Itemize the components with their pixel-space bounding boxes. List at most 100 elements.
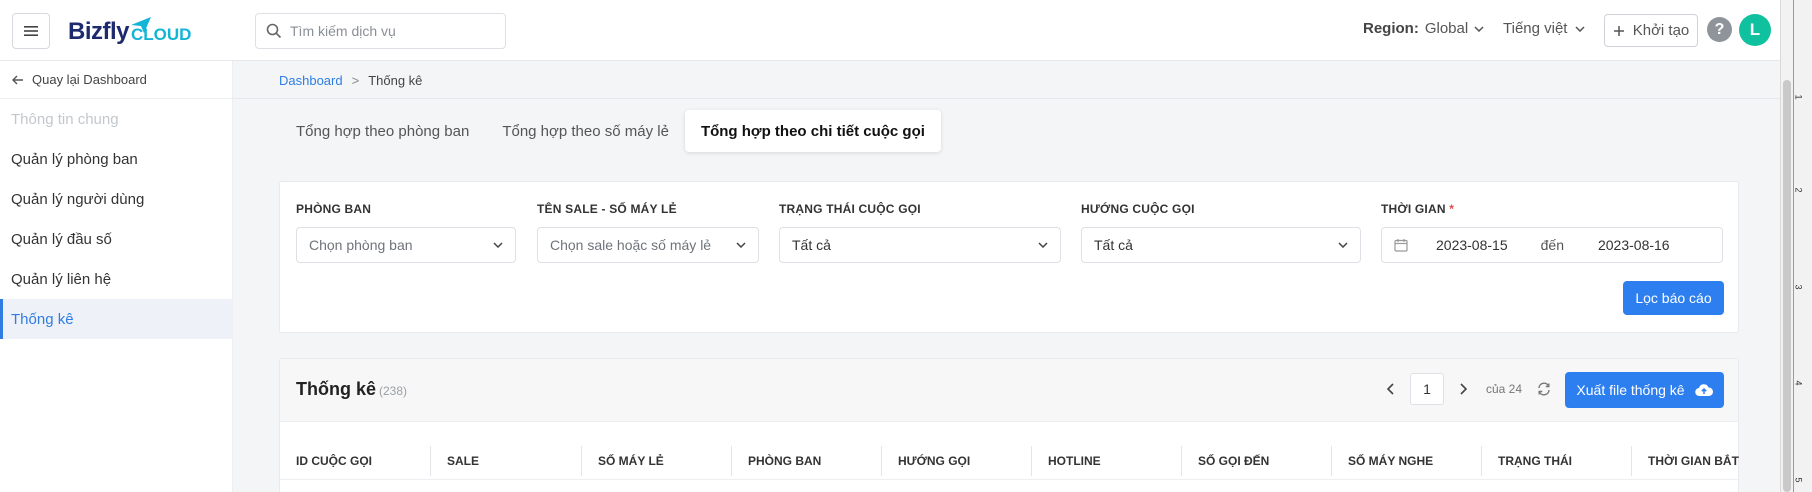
ruler-label: 3 bbox=[1793, 284, 1804, 290]
column-header[interactable]: SALE bbox=[431, 446, 582, 476]
department-select[interactable]: Chọn phòng ban bbox=[296, 227, 516, 263]
date-range-separator: đến bbox=[1540, 237, 1564, 253]
ruler-label: 1 bbox=[1793, 94, 1804, 100]
scrollbar[interactable] bbox=[1783, 80, 1791, 492]
direction-filter-label: HƯỚNG CUỘC GỌI bbox=[1081, 202, 1195, 216]
chevron-down-icon bbox=[493, 242, 503, 248]
region-value: Global bbox=[1424, 20, 1469, 37]
region-selector[interactable]: Region: Global bbox=[1363, 20, 1484, 37]
chevron-down-icon bbox=[1474, 25, 1484, 32]
side-ruler: 1 2 3 4 5 bbox=[1780, 0, 1812, 492]
time-label-text: THỜI GIAN bbox=[1381, 202, 1446, 216]
status-select[interactable]: Tất cả bbox=[779, 227, 1061, 263]
total-pages: của 24 bbox=[1486, 382, 1523, 396]
back-to-dashboard-link[interactable]: Quay lại Dashboard bbox=[0, 61, 232, 99]
search-box[interactable] bbox=[255, 13, 506, 49]
date-to-input[interactable]: 2023-08-16 bbox=[1598, 237, 1670, 253]
department-filter-label: PHÒNG BAN bbox=[296, 202, 372, 216]
sidebar-item-users[interactable]: Quản lý người dùng bbox=[0, 179, 232, 219]
sidebar: Quay lại Dashboard Thông tin chung Quản … bbox=[0, 61, 233, 492]
menu-button[interactable] bbox=[12, 13, 50, 49]
ruler-scale bbox=[1793, 0, 1812, 492]
create-button-label: Khởi tạo bbox=[1632, 22, 1690, 39]
page-number-input[interactable]: 1 bbox=[1410, 373, 1444, 405]
column-header[interactable]: PHÒNG BAN bbox=[732, 446, 882, 476]
status-select-value: Tất cả bbox=[792, 237, 831, 253]
sidebar-item-statistics[interactable]: Thống kê bbox=[0, 299, 232, 339]
sidebar-item-general-info: Thông tin chung bbox=[11, 110, 119, 128]
tab-by-department[interactable]: Tổng hợp theo phòng ban bbox=[280, 110, 485, 152]
region-label: Region: bbox=[1363, 20, 1419, 37]
hamburger-icon bbox=[24, 26, 38, 36]
sidebar-item-departments[interactable]: Quản lý phòng ban bbox=[0, 139, 232, 179]
ruler-label: 2 bbox=[1793, 187, 1804, 193]
chevron-down-icon bbox=[1038, 242, 1048, 248]
search-input[interactable] bbox=[290, 23, 490, 39]
avatar[interactable]: L bbox=[1739, 14, 1771, 46]
language-value: Tiếng việt bbox=[1503, 20, 1568, 37]
direction-select-value: Tất cả bbox=[1094, 237, 1133, 253]
arrow-left-icon bbox=[12, 75, 23, 84]
plus-icon bbox=[1613, 25, 1624, 36]
statistics-header: Thống kê (238) 1 của 24 Xuất file thống k… bbox=[280, 359, 1738, 422]
column-header[interactable]: THỜI GIAN BẮT bbox=[1632, 446, 1740, 476]
statistics-title-text: Thống kê bbox=[296, 379, 376, 399]
sidebar-item-numbers[interactable]: Quản lý đầu số bbox=[0, 219, 232, 259]
filter-report-button[interactable]: Lọc báo cáo bbox=[1623, 281, 1724, 315]
column-header[interactable]: HƯỚNG GỌI bbox=[882, 446, 1032, 476]
logo[interactable]: Bizfly CLOUD bbox=[68, 14, 191, 50]
create-button[interactable]: Khởi tạo bbox=[1604, 14, 1698, 47]
tab-by-extension[interactable]: Tổng hợp theo số máy lẻ bbox=[486, 110, 685, 152]
top-bar: Bizfly CLOUD Region: Global Tiếng việt K… bbox=[0, 0, 1780, 61]
column-header[interactable]: SỐ MÁY LẺ bbox=[582, 446, 732, 476]
date-from-input[interactable]: 2023-08-15 bbox=[1436, 237, 1508, 253]
column-header[interactable]: HOTLINE bbox=[1032, 446, 1182, 476]
chevron-right-icon[interactable] bbox=[1452, 378, 1474, 400]
ruler-label: 5 bbox=[1793, 477, 1804, 483]
pagination: 1 của 24 bbox=[1380, 373, 1552, 405]
language-selector[interactable]: Tiếng việt bbox=[1503, 20, 1586, 37]
logo-main-text: Bizfly bbox=[68, 18, 130, 45]
filter-panel: PHÒNG BAN Chọn phòng ban TÊN SALE - SỐ M… bbox=[279, 181, 1739, 333]
date-range-picker[interactable]: 2023-08-15 đến 2023-08-16 bbox=[1381, 227, 1723, 263]
department-select-placeholder: Chọn phòng ban bbox=[309, 237, 413, 253]
ruler-label: 4 bbox=[1793, 380, 1804, 386]
column-header[interactable]: TRẠNG THÁI bbox=[1482, 446, 1632, 476]
direction-select[interactable]: Tất cả bbox=[1081, 227, 1361, 263]
table-header-row: ID CUỘC GỌI SALE SỐ MÁY LẺ PHÒNG BAN HƯỚ… bbox=[280, 446, 1740, 476]
refresh-icon[interactable] bbox=[1536, 381, 1552, 397]
sale-filter-label: TÊN SALE - SỐ MÁY LẺ bbox=[537, 202, 677, 216]
breadcrumb: Dashboard > Thống kê bbox=[279, 73, 422, 88]
column-header[interactable]: ID CUỘC GỌI bbox=[280, 446, 431, 476]
breadcrumb-separator: > bbox=[351, 73, 360, 88]
report-tabs: Tổng hợp theo phòng ban Tổng hợp theo số… bbox=[280, 110, 941, 152]
column-header[interactable]: SỐ GỌI ĐẾN bbox=[1182, 446, 1332, 476]
time-filter-label: THỜI GIAN * bbox=[1381, 202, 1454, 216]
column-header[interactable]: SỐ MÁY NGHE bbox=[1332, 446, 1482, 476]
record-count: (238) bbox=[379, 384, 408, 398]
help-icon[interactable]: ? bbox=[1707, 17, 1732, 42]
tab-by-call-detail[interactable]: Tổng hợp theo chi tiết cuộc gọi bbox=[684, 110, 941, 152]
divider bbox=[233, 98, 1780, 99]
divider bbox=[280, 479, 1740, 480]
chevron-left-icon[interactable] bbox=[1380, 378, 1402, 400]
chevron-down-icon bbox=[1338, 242, 1348, 248]
search-icon bbox=[266, 23, 282, 39]
export-button-label: Xuất file thống kê bbox=[1576, 382, 1685, 398]
breadcrumb-dashboard-link[interactable]: Dashboard bbox=[279, 73, 343, 88]
chevron-down-icon bbox=[736, 242, 746, 248]
statistics-panel: Thống kê (238) 1 của 24 Xuất file thống k… bbox=[279, 358, 1740, 492]
sale-select[interactable]: Chọn sale hoặc số máy lẻ bbox=[537, 227, 759, 263]
statistics-title: Thống kê (238) bbox=[296, 379, 407, 400]
paper-plane-icon bbox=[131, 17, 151, 33]
breadcrumb-current: Thống kê bbox=[368, 73, 423, 88]
required-mark: * bbox=[1449, 202, 1455, 216]
chevron-down-icon bbox=[1575, 25, 1586, 32]
sale-select-placeholder: Chọn sale hoặc số máy lẻ bbox=[550, 237, 712, 253]
back-label: Quay lại Dashboard bbox=[32, 72, 147, 87]
cloud-upload-icon bbox=[1694, 384, 1713, 397]
status-filter-label: TRẠNG THÁI CUỘC GỌI bbox=[779, 202, 921, 216]
calendar-icon bbox=[1394, 239, 1408, 252]
export-statistics-button[interactable]: Xuất file thống kê bbox=[1565, 372, 1724, 408]
sidebar-item-contacts[interactable]: Quản lý liên hệ bbox=[0, 259, 232, 299]
